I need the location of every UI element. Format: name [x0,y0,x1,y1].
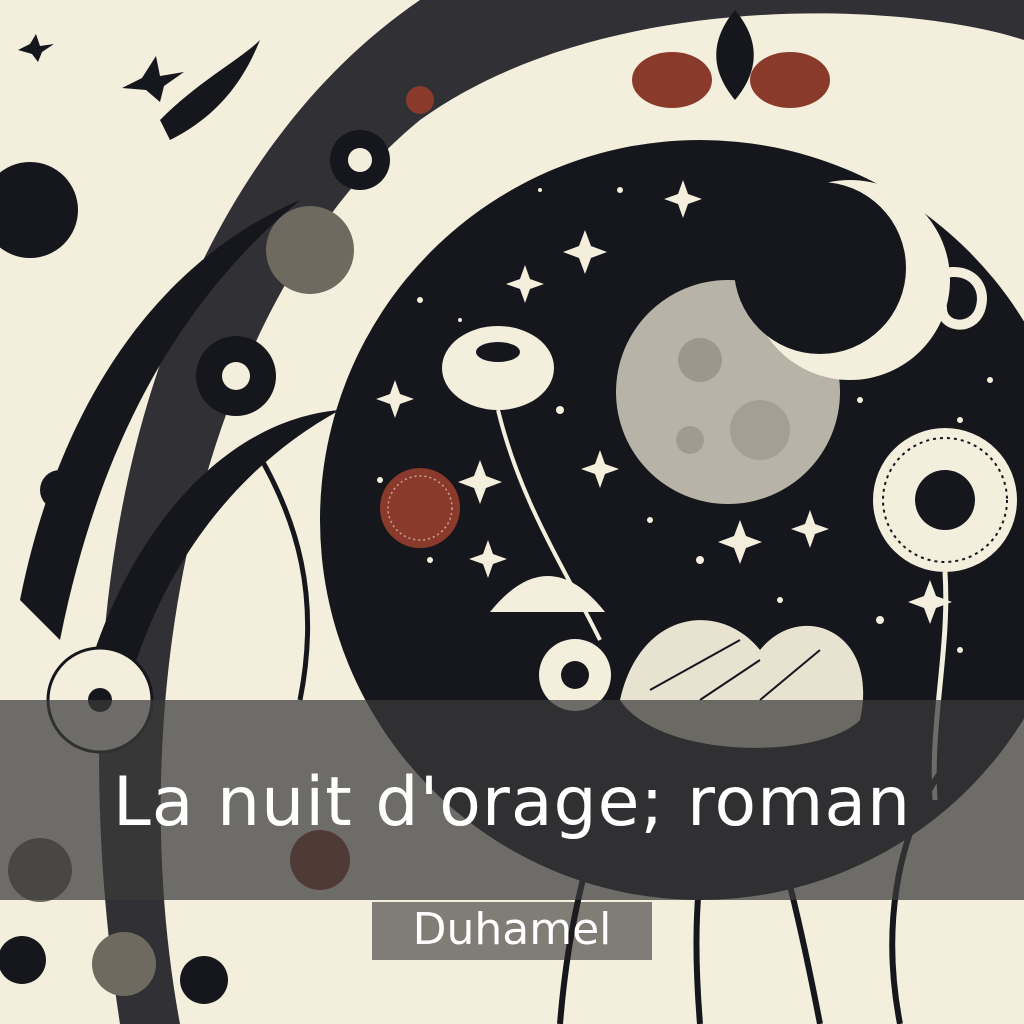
moon-crater [678,338,722,382]
book-cover: La nuit d'orage; roman Duhamel [0,0,1024,1024]
book-author: Duhamel [412,904,612,955]
book-title: La nuit d'orage; roman [112,763,912,842]
moon-crater [676,426,704,454]
moon-crater [730,400,790,460]
crescent-shadow [734,182,906,354]
grey-poppy [266,206,354,294]
rust-flower [380,468,460,548]
